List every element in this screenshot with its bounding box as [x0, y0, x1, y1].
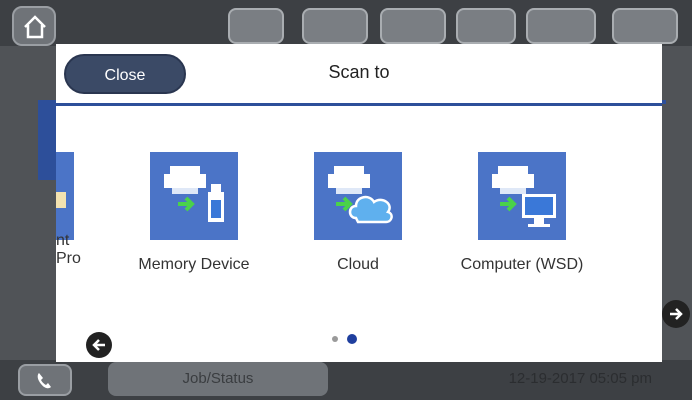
fax-log-button[interactable]	[18, 364, 72, 396]
sound-status-icon[interactable]	[456, 8, 516, 44]
wifi-status-icon[interactable]	[302, 8, 368, 44]
sleep-status-icon[interactable]	[612, 8, 678, 44]
tile-cloud-label: Cloud	[337, 256, 379, 273]
tile-partial-label: nt Pro	[56, 232, 81, 268]
job-status-button[interactable]: Job/Status	[108, 362, 328, 396]
page-indicator-dot-2-active	[347, 334, 357, 344]
dialog-title: Scan to	[328, 62, 390, 82]
next-page-button[interactable]	[662, 300, 690, 328]
tile-partial[interactable]	[56, 152, 74, 240]
tile-computer-wsd[interactable]	[478, 152, 566, 240]
tile-computer-wsd-label: Computer (WSD)	[460, 256, 584, 273]
tile-memory-device-label: Memory Device	[138, 256, 250, 273]
top-status-bar	[0, 0, 692, 46]
wifi-direct-status-icon[interactable]	[380, 8, 446, 44]
previous-page-button[interactable]	[86, 332, 112, 358]
tile-partial-label-line2: Pro	[56, 250, 81, 267]
scan-to-dialog: Close Scan to nt Pro Memory Device Cloud…	[56, 44, 662, 362]
tile-cloud[interactable]	[314, 152, 402, 240]
home-button[interactable]	[12, 6, 56, 46]
background-panel-edge	[38, 100, 56, 180]
date-time-display: 12-19-2017 05:05 pm	[508, 370, 652, 387]
tile-partial-label-line1: nt	[56, 232, 70, 249]
scan-destination-carousel: nt Pro Memory Device Cloud Computer (WSD…	[56, 106, 662, 306]
printer-status-icon[interactable]	[228, 8, 284, 44]
tile-memory-device[interactable]	[150, 152, 238, 240]
network-status-icon[interactable]	[526, 8, 596, 44]
dialog-header: Close Scan to	[56, 44, 662, 106]
page-indicator-dot-1	[332, 336, 338, 342]
